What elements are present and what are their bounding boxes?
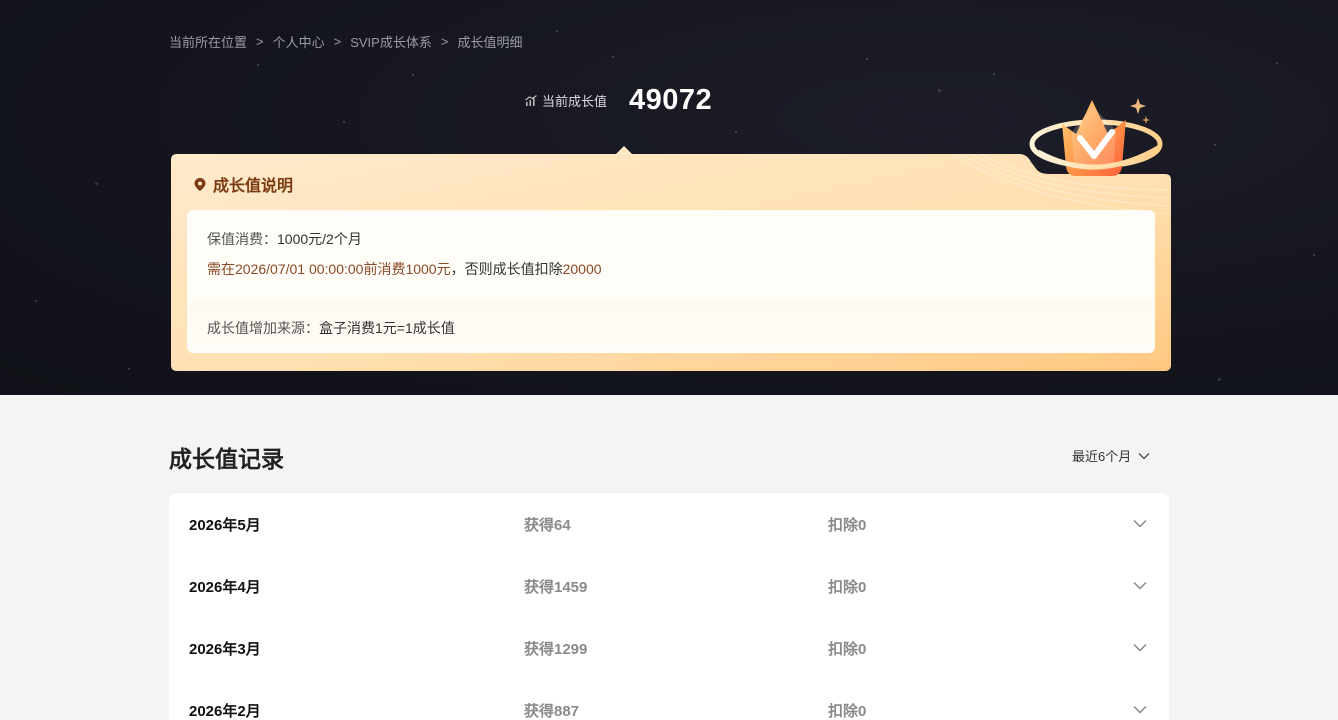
- keep-value-amount: 1000元/2个月: [277, 231, 362, 247]
- star-dot: [938, 89, 941, 92]
- current-growth: 当前成长值 49072: [524, 84, 712, 117]
- star-dot: [735, 131, 737, 133]
- record-gain: 获得64: [524, 517, 571, 534]
- star-dot: [1214, 144, 1216, 146]
- star-dot: [866, 58, 868, 60]
- record-month: 2026年4月: [189, 579, 261, 596]
- keep-value-label: 保值消费：: [207, 231, 277, 247]
- star-dot: [343, 121, 345, 123]
- breadcrumb: 当前所在位置 > 个人中心 > SVIP成长体系 > 成长值明细: [169, 32, 522, 51]
- card-pointer: [616, 146, 632, 154]
- warning-consequence: ，否则成长值扣除: [450, 261, 563, 277]
- star-dot: [95, 182, 98, 185]
- record-month: 2026年2月: [189, 703, 261, 720]
- chevron-down-icon: [1138, 452, 1150, 460]
- chevron-down-icon[interactable]: [1133, 643, 1147, 652]
- record-row[interactable]: 2026年5月 获得64 扣除0: [169, 493, 1169, 555]
- breadcrumb-item-personal-center[interactable]: 个人中心: [273, 32, 325, 51]
- card-title: 成长值说明: [193, 172, 293, 196]
- record-deduct: 扣除0: [828, 579, 867, 596]
- star-dot: [412, 74, 414, 76]
- record-row[interactable]: 2026年3月 获得1299 扣除0: [169, 617, 1169, 679]
- hero-section: 当前所在位置 > 个人中心 > SVIP成长体系 > 成长值明细 当前成长值 4…: [0, 0, 1338, 395]
- star-dot: [1276, 62, 1278, 64]
- record-month: 2026年3月: [189, 641, 261, 658]
- record-deduct: 扣除0: [828, 703, 867, 720]
- chevron-down-icon[interactable]: [1133, 705, 1147, 714]
- chart-bars-icon: [524, 94, 538, 108]
- location-pin-icon: [194, 177, 206, 191]
- record-gain: 获得1299: [524, 641, 588, 658]
- record-deduct: 扣除0: [828, 641, 867, 658]
- growth-explanation-card: 成长值说明 保值消费：1000元/2个月 需在2026/07/01 00:00:…: [171, 146, 1171, 371]
- breadcrumb-separator: >: [440, 34, 449, 49]
- source-section: 成长值增加来源：盒子消费1元=1成长值: [187, 302, 1155, 353]
- crown-badge-icon: [1029, 98, 1163, 176]
- warning-deadline: 需在2026/07/01 00:00:00前消费1000元: [207, 261, 451, 277]
- records-title: 成长值记录: [169, 446, 284, 472]
- source-value: 盒子消费1元=1成长值: [319, 320, 455, 336]
- period-filter-dropdown[interactable]: 最近6个月: [1072, 446, 1150, 465]
- record-gain: 获得887: [524, 703, 580, 720]
- breadcrumb-separator: >: [333, 34, 342, 49]
- warning-deduct-amount: 20000: [562, 261, 602, 277]
- star-dot: [612, 56, 614, 58]
- chevron-down-icon[interactable]: [1133, 519, 1147, 528]
- breadcrumb-item-location: 当前所在位置: [169, 35, 248, 50]
- star-dot: [993, 73, 995, 75]
- record-deduct: 扣除0: [828, 517, 867, 534]
- period-filter-label: 最近6个月: [1072, 449, 1132, 464]
- record-row[interactable]: 2026年4月 获得1459 扣除0: [169, 555, 1169, 617]
- growth-label: 当前成长值: [542, 94, 608, 109]
- card-inner-panel: 保值消费：1000元/2个月 需在2026/07/01 00:00:00前消费1…: [187, 210, 1155, 353]
- keep-value-section: 保值消费：1000元/2个月 需在2026/07/01 00:00:00前消费1…: [187, 210, 1155, 302]
- records-list: 2026年5月 获得64 扣除0 2026年4月 获得1459 扣除0 2026…: [169, 493, 1169, 720]
- breadcrumb-item-svip-system[interactable]: SVIP成长体系: [350, 32, 432, 51]
- source-label: 成长值增加来源：: [207, 320, 319, 336]
- record-month: 2026年5月: [189, 517, 261, 534]
- source-row: 成长值增加来源：盒子消费1元=1成长值: [207, 318, 1135, 338]
- warning-row: 需在2026/07/01 00:00:00前消费1000元，否则成长值扣除200…: [207, 259, 1135, 279]
- chevron-down-icon[interactable]: [1133, 581, 1147, 590]
- star-dot: [1218, 378, 1221, 381]
- star-dot: [556, 30, 558, 32]
- breadcrumb-separator: >: [256, 34, 264, 49]
- star-dot: [257, 64, 259, 66]
- keep-value-row: 保值消费：1000元/2个月: [207, 229, 1135, 249]
- card-title-text: 成长值说明: [213, 178, 294, 195]
- star-dot: [1313, 254, 1315, 256]
- star-dot: [128, 368, 130, 370]
- breadcrumb-item-growth-detail: 成长值明细: [457, 35, 523, 50]
- star-dot: [35, 300, 37, 302]
- record-row[interactable]: 2026年2月 获得887 扣除0: [169, 679, 1169, 720]
- growth-value: 49072: [629, 84, 713, 116]
- record-gain: 获得1459: [524, 579, 588, 596]
